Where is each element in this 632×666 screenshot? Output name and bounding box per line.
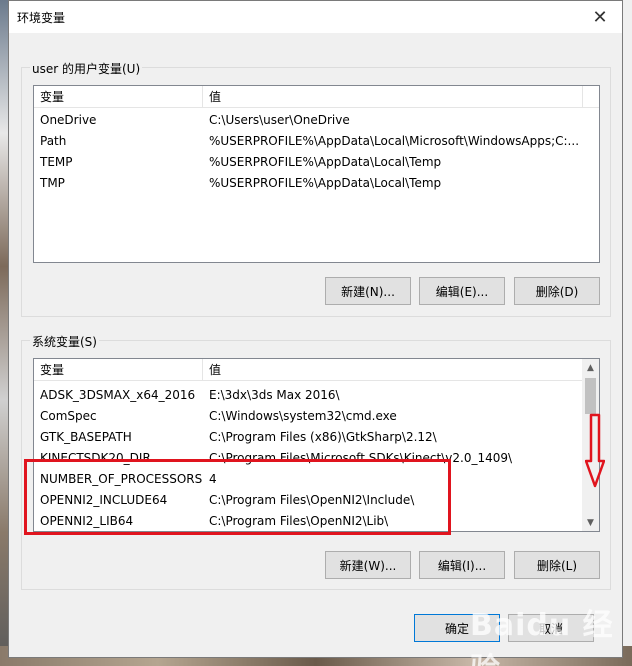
- variable-value: C:\Program Files (x86)\GtkSharp\2.12\: [209, 430, 437, 444]
- column-header-variable[interactable]: 变量: [34, 359, 203, 381]
- scrollbar-thumb[interactable]: [585, 378, 596, 414]
- column-header-value[interactable]: 值: [203, 86, 583, 108]
- variable-name: TMP: [40, 176, 65, 190]
- close-button[interactable]: ✕: [578, 1, 622, 33]
- list-item[interactable]: TEMP %USERPROFILE%\AppData\Local\Temp: [34, 152, 599, 173]
- variable-name: ComSpec: [40, 409, 97, 423]
- baidu-watermark: Baidu 经验: [470, 608, 614, 666]
- variable-name: TEMP: [40, 155, 73, 169]
- title-bar: 环境变量 ✕: [9, 1, 622, 33]
- variable-name: OneDrive: [40, 113, 97, 127]
- list-item[interactable]: ADSK_3DSMAX_x64_2016 E:\3dx\3ds Max 2016…: [34, 385, 584, 406]
- variable-name: ADSK_3DSMAX_x64_2016: [40, 388, 196, 402]
- system-edit-button[interactable]: 编辑(I)...: [419, 551, 505, 579]
- environment-variables-dialog: 环境变量 ✕ user 的用户变量(U) 变量 值 OneDrive C:\Us…: [8, 0, 623, 658]
- variable-name: Path: [40, 134, 67, 148]
- variable-value: E:\3dx\3ds Max 2016\: [209, 388, 340, 402]
- list-header: 变量 值: [34, 359, 599, 381]
- variable-value: %USERPROFILE%\AppData\Local\Temp: [209, 155, 442, 169]
- highlight-box: [24, 459, 451, 535]
- close-icon: ✕: [592, 6, 608, 28]
- desktop-background-right: [622, 0, 632, 666]
- list-item[interactable]: GTK_BASEPATH C:\Program Files (x86)\GtkS…: [34, 427, 584, 448]
- scroll-down-icon[interactable]: ▼: [582, 514, 599, 531]
- column-header-variable[interactable]: 变量: [34, 86, 203, 108]
- variable-name: GTK_BASEPATH: [40, 430, 132, 444]
- variable-value: %USERPROFILE%\AppData\Local\Microsoft\Wi…: [209, 134, 580, 148]
- variable-value: %USERPROFILE%\AppData\Local\Temp: [209, 176, 442, 190]
- system-variables-label: 系统变量(S): [30, 333, 99, 350]
- system-new-button[interactable]: 新建(W)...: [325, 551, 411, 579]
- list-item[interactable]: TMP %USERPROFILE%\AppData\Local\Temp: [34, 173, 599, 194]
- list-item[interactable]: Path %USERPROFILE%\AppData\Local\Microso…: [34, 131, 599, 152]
- scroll-up-icon[interactable]: ▲: [582, 359, 599, 376]
- variable-value: C:\Users\user\OneDrive: [209, 113, 350, 127]
- user-new-button[interactable]: 新建(N)...: [325, 277, 411, 305]
- user-edit-button[interactable]: 编辑(E)...: [419, 277, 505, 305]
- list-item[interactable]: ComSpec C:\Windows\system32\cmd.exe: [34, 406, 584, 427]
- system-delete-button[interactable]: 删除(L): [514, 551, 600, 579]
- list-header: 变量 值: [34, 86, 599, 108]
- column-header-value[interactable]: 值: [203, 359, 583, 381]
- list-item[interactable]: OneDrive C:\Users\user\OneDrive: [34, 110, 599, 131]
- variable-value: C:\Windows\system32\cmd.exe: [209, 409, 397, 423]
- user-variables-list[interactable]: 变量 值 OneDrive C:\Users\user\OneDrive Pat…: [33, 85, 600, 263]
- user-delete-button[interactable]: 删除(D): [514, 277, 600, 305]
- scroll-down-arrow-annotation: [585, 413, 605, 488]
- user-variables-label: user 的用户变量(U): [30, 60, 143, 77]
- window-title: 环境变量: [17, 11, 66, 25]
